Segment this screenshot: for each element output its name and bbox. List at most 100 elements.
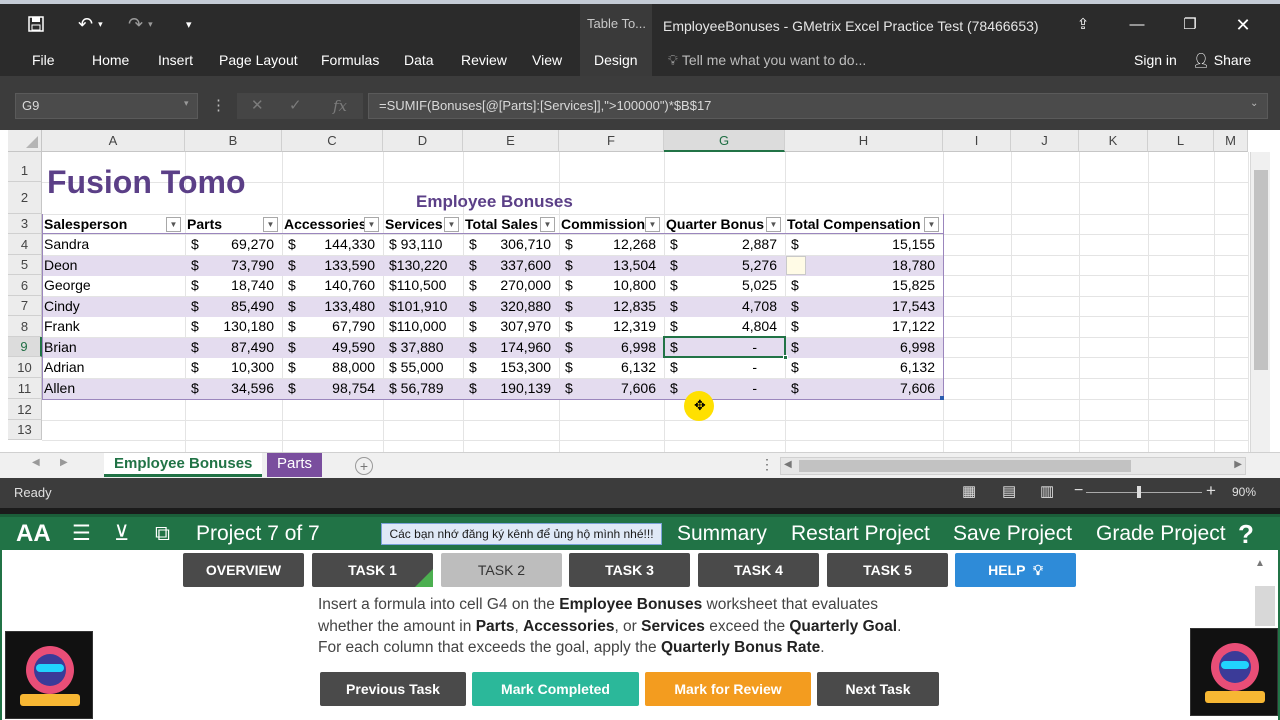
column-header-h[interactable]: H <box>785 130 943 152</box>
zoom-level[interactable]: 90% <box>1232 485 1256 499</box>
cell-value[interactable]: 12,835 <box>575 298 656 314</box>
horizontal-scroll-thumb[interactable] <box>799 460 1131 472</box>
next-sheet-icon[interactable]: ▶ <box>60 457 68 468</box>
window-layout-icon[interactable]: ⧉ <box>155 517 170 551</box>
cell-salesperson[interactable]: Deon <box>44 257 77 273</box>
cell-value[interactable]: 6,998 <box>575 339 656 355</box>
tab-formulas[interactable]: Formulas <box>321 44 379 76</box>
cell-salesperson[interactable]: George <box>44 277 91 293</box>
tab-view[interactable]: View <box>532 44 562 76</box>
row-header-11[interactable]: 11 <box>8 378 42 399</box>
cell-value[interactable]: 15,825 <box>801 277 935 293</box>
row-header-6[interactable]: 6 <box>8 275 42 296</box>
cell-salesperson[interactable]: Brian <box>44 339 77 355</box>
task-5-button[interactable]: TASK 5 <box>827 553 948 587</box>
mark-completed-button[interactable]: Mark Completed <box>472 672 639 706</box>
column-header-g[interactable]: G <box>664 130 785 152</box>
summary-link[interactable]: Summary <box>677 517 767 551</box>
cell-value[interactable]: 10,800 <box>575 277 656 293</box>
row-header-2[interactable]: 2 <box>8 182 42 214</box>
help-button[interactable]: HELP 💡︎ <box>955 553 1076 587</box>
cell-value[interactable]: 49,590 <box>298 339 375 355</box>
cancel-icon[interactable]: ✕ <box>251 93 264 119</box>
cell-value[interactable]: 306,710 <box>479 236 551 252</box>
save-project-link[interactable]: Save Project <box>953 517 1072 551</box>
filter-dropdown-icon[interactable]: ▼ <box>444 217 459 232</box>
cell-value[interactable]: 5,025 <box>680 277 777 293</box>
cell-value[interactable]: 87,490 <box>201 339 274 355</box>
restart-project-link[interactable]: Restart Project <box>791 517 930 551</box>
column-header-c[interactable]: C <box>282 130 383 152</box>
task-3-button[interactable]: TASK 3 <box>569 553 690 587</box>
overview-button[interactable]: OVERVIEW <box>183 553 304 587</box>
notes-icon[interactable]: ☰ <box>72 517 91 551</box>
cell-value[interactable]: 144,330 <box>298 236 375 252</box>
table-resize-handle[interactable] <box>940 396 944 400</box>
column-header-i[interactable]: I <box>943 130 1011 152</box>
sheet-tab-parts[interactable]: Parts <box>267 453 323 477</box>
column-header-j[interactable]: J <box>1011 130 1079 152</box>
cell-salesperson[interactable]: Frank <box>44 318 80 334</box>
row-header-9[interactable]: 9 <box>8 337 42 357</box>
cell-value[interactable]: 34,596 <box>201 380 274 396</box>
cell-value[interactable]: 12,319 <box>575 318 656 334</box>
filter-dropdown-icon[interactable]: ▼ <box>645 217 660 232</box>
zoom-out-icon[interactable]: − <box>1074 482 1083 500</box>
filter-dropdown-icon[interactable]: ▼ <box>364 217 379 232</box>
row-header-1[interactable]: 1 <box>8 152 42 182</box>
ribbon-display-options-icon[interactable]: ⇪ <box>1059 4 1107 44</box>
cell-salesperson[interactable]: Adrian <box>44 359 84 375</box>
cell-value[interactable]: 73,790 <box>201 257 274 273</box>
select-all-corner[interactable] <box>8 130 42 152</box>
save-icon[interactable] <box>28 4 44 44</box>
cell-value[interactable]: 67,790 <box>298 318 375 334</box>
cell-value[interactable]: 17,122 <box>801 318 935 334</box>
text-size-icon[interactable]: AA <box>16 517 51 551</box>
more-options-icon[interactable]: ⋮ <box>211 93 226 119</box>
cell-value[interactable]: 4,708 <box>680 298 777 314</box>
cell-value[interactable]: $ 56,789 <box>389 380 457 396</box>
prev-sheet-icon[interactable]: ◀ <box>32 457 40 468</box>
cell-value[interactable]: 18,740 <box>201 277 274 293</box>
row-header-8[interactable]: 8 <box>8 316 42 337</box>
share-button[interactable]: 👤︎ Share <box>1192 44 1251 76</box>
enter-icon[interactable]: ✓ <box>289 93 302 119</box>
vertical-scroll-thumb[interactable] <box>1254 170 1268 370</box>
column-header-m[interactable]: M <box>1214 130 1248 152</box>
sign-in-link[interactable]: Sign in <box>1134 44 1177 76</box>
cell-value[interactable]: 7,606 <box>575 380 656 396</box>
cell-value[interactable]: $101,910 <box>389 298 457 314</box>
cell-value[interactable]: 5,276 <box>680 257 777 273</box>
task-2-button[interactable]: TASK 2 <box>441 553 562 587</box>
cell-value[interactable]: 6,132 <box>575 359 656 375</box>
task-4-button[interactable]: TASK 4 <box>698 553 819 587</box>
filter-dropdown-icon[interactable]: ▼ <box>263 217 278 232</box>
redo-icon[interactable]: ↷ ▾ <box>128 4 153 44</box>
filter-dropdown-icon[interactable]: ▼ <box>540 217 555 232</box>
tab-data[interactable]: Data <box>404 44 434 76</box>
grade-project-link[interactable]: Grade Project <box>1096 517 1226 551</box>
cell-value[interactable]: 130,180 <box>201 318 274 334</box>
formula-input[interactable]: =SUMIF(Bonuses[@[Parts]:[Services]],">10… <box>368 93 1268 119</box>
zoom-in-icon[interactable]: + <box>1206 481 1216 501</box>
cell-value[interactable]: 13,504 <box>575 257 656 273</box>
tab-review[interactable]: Review <box>461 44 507 76</box>
tab-page-layout[interactable]: Page Layout <box>219 44 298 76</box>
cell-value[interactable]: 153,300 <box>479 359 551 375</box>
column-header-a[interactable]: A <box>42 130 185 152</box>
cell-salesperson[interactable]: Cindy <box>44 298 80 314</box>
cell-value[interactable]: 10,300 <box>201 359 274 375</box>
scroll-left-icon[interactable]: ◀ <box>784 459 792 470</box>
column-header-b[interactable]: B <box>185 130 282 152</box>
cell-value[interactable]: 12,268 <box>575 236 656 252</box>
row-header-12[interactable]: 12 <box>8 399 42 420</box>
row-header-13[interactable]: 13 <box>8 420 42 440</box>
cell-salesperson[interactable]: Sandra <box>44 236 89 252</box>
cell-value[interactable]: 6,132 <box>801 359 935 375</box>
page-layout-view-icon[interactable]: ▤ <box>1002 482 1016 500</box>
tell-me-search[interactable]: 💡︎ Tell me what you want to do... <box>668 44 866 76</box>
page-break-view-icon[interactable]: ▥ <box>1040 482 1054 500</box>
insert-function-icon[interactable]: fx <box>333 93 347 119</box>
zoom-slider-thumb[interactable] <box>1137 486 1141 498</box>
mark-for-review-button[interactable]: Mark for Review <box>645 672 811 706</box>
